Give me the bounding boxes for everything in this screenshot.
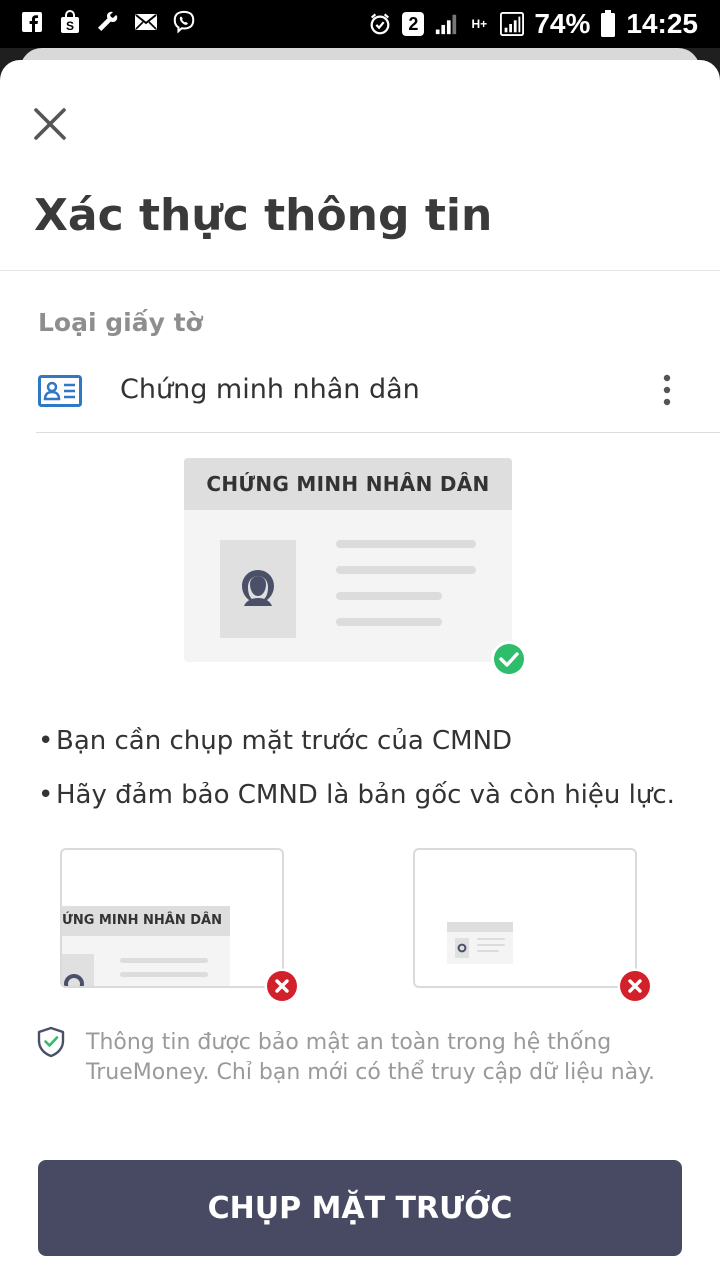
bullet-dot: • (38, 726, 54, 756)
person-icon (64, 974, 84, 986)
shield-check-icon (36, 1026, 66, 1058)
bad-example-cropped: ỨNG MINH NHÂN DÂN (60, 848, 284, 988)
instruction-item: • Hãy đảm bảo CMND là bản gốc và còn hiệu… (38, 780, 675, 810)
status-bar: S 2 H+ 74% 14:25 (0, 0, 720, 48)
system-indicators: 2 H+ 74% 14:25 (368, 6, 698, 42)
capture-front-button[interactable]: CHỤP MẶT TRƯỚC (38, 1160, 682, 1256)
mail-icon (134, 10, 158, 34)
instruction-text: Bạn cần chụp mặt trước của CMND (56, 726, 513, 756)
verification-sheet (0, 60, 720, 1280)
facebook-icon (20, 10, 44, 34)
small-card-photo (455, 938, 469, 958)
sim-badge: 2 (402, 12, 425, 36)
cropped-card-title: ỨNG MINH NHÂN DÂN (62, 913, 222, 928)
notification-icons: S (20, 10, 196, 34)
network-type-label: H+ (471, 17, 488, 31)
bullet-dot: • (38, 780, 54, 810)
small-card-line (477, 944, 505, 946)
battery-icon (600, 10, 616, 37)
security-text: Thông tin được bảo mật an toàn trong hệ … (86, 1030, 656, 1085)
small-card-line (477, 950, 499, 952)
person-icon (242, 570, 274, 606)
success-check-icon (490, 640, 528, 678)
document-type-selector[interactable]: Chứng minh nhân dân (0, 360, 720, 432)
id-card-title: CHỨNG MINH NHÂN DÂN (184, 458, 512, 510)
person-icon (457, 943, 467, 953)
instruction-item: • Bạn cần chụp mặt trước của CMND (38, 726, 512, 756)
close-button[interactable] (28, 102, 72, 146)
small-card-header (447, 922, 513, 932)
security-note: Thông tin được bảo mật an toàn trong hệ … (36, 1026, 676, 1096)
viber-icon (172, 10, 196, 34)
close-icon (34, 108, 66, 140)
wrench-icon (96, 10, 120, 34)
signal-icon (434, 12, 458, 36)
id-card-illustration: CHỨNG MINH NHÂN DÂN (184, 458, 512, 662)
selected-document-type: Chứng minh nhân dân (120, 374, 420, 405)
network-type: H+ (468, 12, 490, 36)
cropped-card: ỨNG MINH NHÂN DÂN (62, 906, 230, 986)
clock: 14:25 (626, 8, 698, 39)
cropped-card-photo (62, 954, 94, 986)
instruction-text: Hãy đảm bảo CMND là bản gốc và còn hiệu … (56, 780, 675, 810)
bad-example-too-far (413, 848, 637, 988)
shopping-bag-icon: S (58, 10, 82, 34)
battery-percent: 74% (534, 8, 591, 39)
signal-icon-2 (500, 11, 525, 36)
id-card-line (336, 618, 442, 626)
page-title: Xác thực thông tin (34, 190, 493, 241)
alarm-icon (368, 12, 392, 36)
more-vertical-icon (663, 374, 671, 406)
cropped-card-line (120, 972, 208, 977)
svg-text:S: S (66, 19, 74, 33)
cropped-card-header: ỨNG MINH NHÂN DÂN (62, 906, 230, 936)
cropped-card-line (120, 958, 208, 963)
id-card-icon (38, 375, 82, 407)
error-x-icon (264, 968, 300, 1004)
id-card-line (336, 566, 476, 574)
document-divider (36, 432, 720, 433)
id-card-line (336, 540, 476, 548)
document-type-label: Loại giấy tờ (38, 308, 203, 337)
id-card-line (336, 592, 442, 600)
header-divider (0, 270, 720, 271)
small-card-line (477, 938, 505, 940)
id-card-photo (220, 540, 296, 638)
more-options-button[interactable] (650, 370, 684, 414)
error-x-icon (617, 968, 653, 1004)
small-card (447, 922, 513, 964)
